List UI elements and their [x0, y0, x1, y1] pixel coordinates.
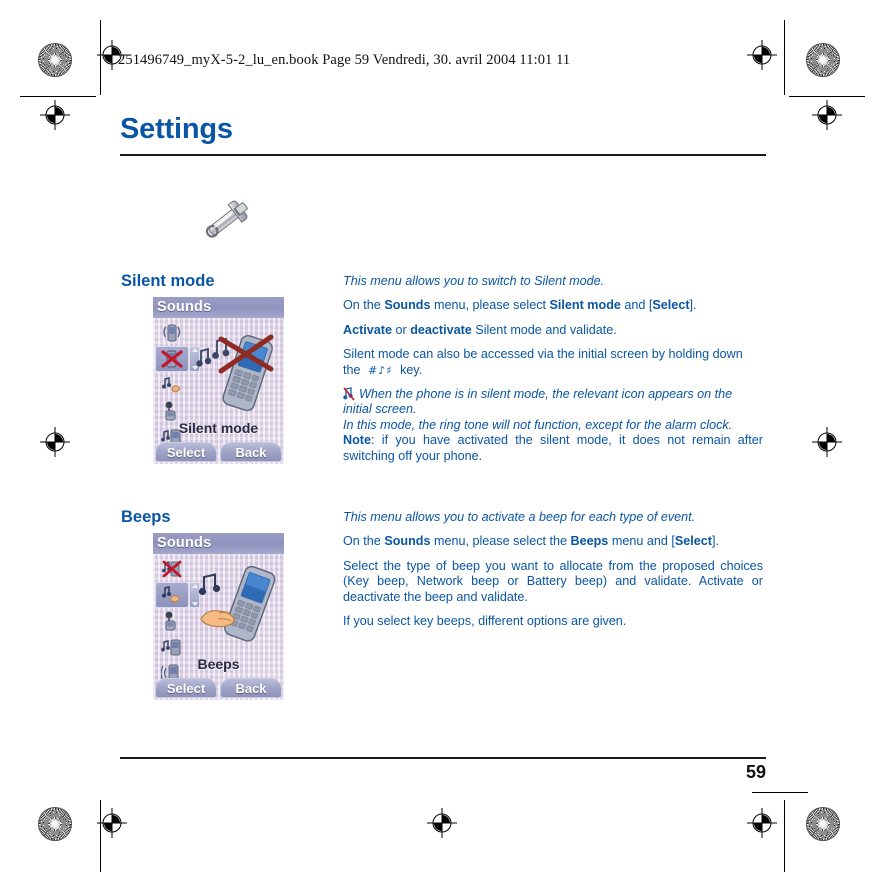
- page-number: 59: [745, 762, 766, 782]
- registration-rosette-top-right: [806, 43, 840, 77]
- text-run-bold: Activate: [343, 322, 392, 337]
- phone-softkey-bar: Select Back: [153, 442, 284, 464]
- ring-tone-icon: [155, 320, 189, 346]
- beeps-icon[interactable]: [155, 582, 189, 608]
- phone-menu-title: Sounds: [153, 533, 284, 554]
- text-run-italic: In this mode, the ring tone will not fun…: [343, 417, 733, 432]
- registration-target-bottom-center: [427, 808, 457, 838]
- text-run: menu, please select the: [430, 534, 571, 549]
- beeps-paragraph-3: If you select key beeps, different optio…: [343, 614, 627, 629]
- trim-line-top-right: [789, 96, 865, 97]
- trim-line-bottom-mark: [752, 792, 808, 793]
- phone-softkey-bar: Select Back: [153, 678, 284, 700]
- trim-line-right: [784, 20, 785, 95]
- silent-mode-paragraph-6: Note: if you have activated the silent m…: [343, 433, 763, 464]
- voice-recorder-icon: [155, 608, 189, 634]
- page-title: Settings: [120, 113, 233, 145]
- trim-line-top-left: [20, 96, 96, 97]
- silent-mode-intro: This menu allows you to switch to Silent…: [343, 274, 605, 288]
- text-run: : if you have activated the silent mode,…: [343, 433, 763, 463]
- text-run: key.: [396, 362, 423, 377]
- trim-line-bottom-right: [784, 800, 785, 872]
- print-header-filename: 251496749_myX-5-2_lu_en.book Page 59 Ven…: [118, 52, 571, 68]
- phone-menu-title: Sounds: [153, 297, 284, 318]
- beeps-body: This menu allows you to activate a beep …: [343, 510, 763, 638]
- phone-screen-label: Silent mode: [178, 420, 259, 436]
- beeps-icon: [155, 372, 189, 398]
- registration-target-right-middle: [812, 427, 842, 457]
- footer-rule: [120, 757, 766, 759]
- text-run: ].: [689, 298, 697, 313]
- registration-target-left-upper: [40, 100, 70, 130]
- silent-mode-paragraph-4: When the phone is in silent mode, the re…: [343, 387, 763, 418]
- registration-rosette-bottom-left: [38, 807, 72, 841]
- registration-target-bottom-left: [97, 808, 127, 838]
- text-run-bold: Beeps: [570, 534, 609, 549]
- text-run: On the: [343, 298, 385, 313]
- text-run-bold: Sounds: [384, 298, 431, 313]
- hash-key-icon: #♪♯: [368, 363, 393, 377]
- text-run: or: [392, 322, 411, 337]
- registration-target-bottom-right: [747, 808, 777, 838]
- phone-screen-label: Beeps: [197, 656, 240, 672]
- text-run: Silent mode and validate.: [471, 322, 617, 337]
- softkey-back[interactable]: Back: [220, 442, 282, 462]
- text-run-bold: Note: [343, 433, 371, 448]
- registration-rosette-bottom-right: [806, 807, 840, 841]
- trim-line-bottom-left: [100, 800, 101, 872]
- beeps-intro: This menu allows you to activate a beep …: [343, 510, 696, 524]
- beeps-paragraph-2: Select the type of beep you want to allo…: [343, 558, 763, 604]
- silent-mode-paragraph-3: Silent mode can also be accessed via the…: [343, 347, 763, 378]
- title-rule: [120, 154, 766, 156]
- text-run: and [: [620, 298, 653, 313]
- text-run-bold: Select: [674, 534, 712, 549]
- wrench-icon: [196, 192, 260, 246]
- silent-mode-icon[interactable]: [155, 346, 189, 372]
- registration-target-right-upper: [812, 100, 842, 130]
- text-run-bold: Sounds: [384, 534, 431, 549]
- section-heading-beeps: Beeps: [121, 508, 171, 526]
- silent-mode-paragraph-1: On the Sounds menu, please select Silent…: [343, 298, 763, 313]
- text-run-italic: When the phone is in silent mode, the re…: [343, 387, 733, 417]
- registration-target-top-right: [747, 40, 777, 70]
- text-run: menu, please select: [430, 298, 550, 313]
- text-run-bold: Silent mode: [549, 298, 621, 313]
- manual-page: 251496749_myX-5-2_lu_en.book Page 59 Ven…: [0, 0, 884, 884]
- text-run: menu and [: [608, 534, 675, 549]
- text-run: On the: [343, 534, 385, 549]
- softkey-select[interactable]: Select: [155, 678, 217, 698]
- silent-mode-icon: [155, 556, 189, 582]
- text-run-bold: Select: [652, 298, 690, 313]
- silent-mode-body: This menu allows you to switch to Silent…: [343, 274, 763, 473]
- beeps-paragraph-1: On the Sounds menu, please select the Be…: [343, 534, 763, 549]
- silent-mode-illustration: [196, 334, 274, 412]
- softkey-select[interactable]: Select: [155, 442, 217, 462]
- text-run: ].: [711, 534, 719, 549]
- silent-mode-paragraph-5: In this mode, the ring tone will not fun…: [343, 418, 763, 433]
- phone-screenshot-silent-mode: Sounds Silent mode Select Back: [153, 297, 284, 464]
- section-heading-silent-mode: Silent mode: [121, 272, 215, 290]
- silent-mode-paragraph-2: Activate or deactivate Silent mode and v…: [343, 323, 763, 338]
- phone-screenshot-beeps: Sounds Beeps Select Back: [153, 533, 284, 700]
- registration-target-left-middle: [40, 427, 70, 457]
- trim-line-left: [100, 20, 101, 95]
- text-run-bold: deactivate: [410, 322, 472, 337]
- silent-note-icon: [343, 387, 355, 401]
- beeps-illustration: [198, 565, 276, 642]
- registration-rosette-top-left: [38, 43, 72, 77]
- softkey-back[interactable]: Back: [220, 678, 282, 698]
